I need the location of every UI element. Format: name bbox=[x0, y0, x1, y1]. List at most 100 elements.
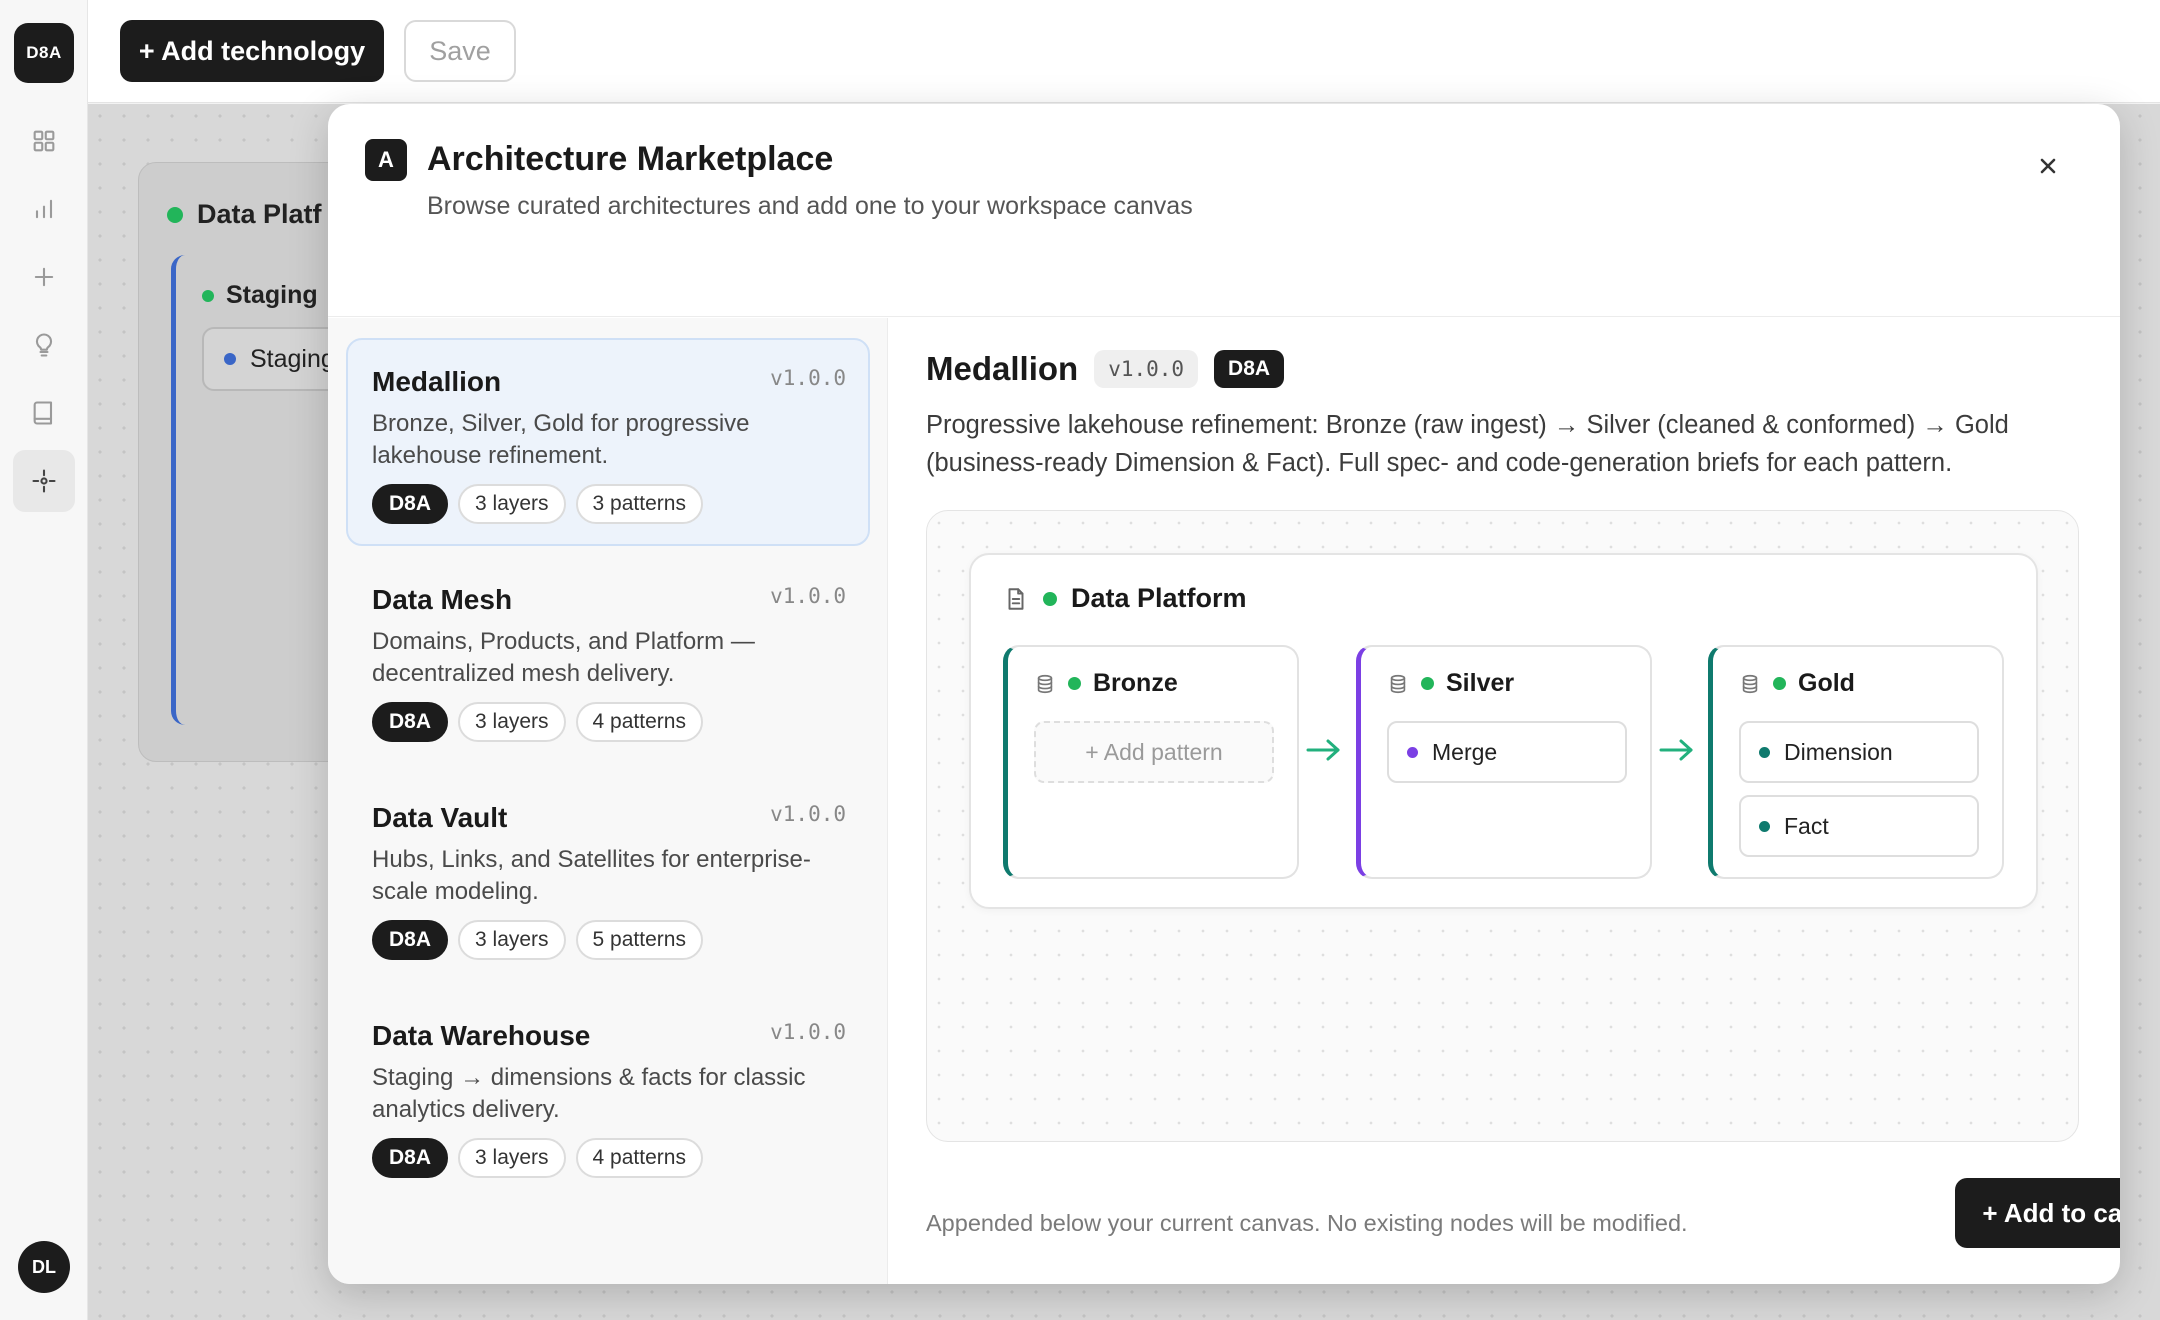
arrow-right-icon bbox=[1304, 735, 1344, 765]
architecture-name: Data Mesh bbox=[372, 584, 513, 615]
architecture-name: Medallion bbox=[372, 366, 502, 397]
layer-title: Silver bbox=[1387, 669, 1514, 698]
arrow-right-icon bbox=[1657, 735, 1697, 765]
pattern-fact[interactable]: Fact bbox=[1739, 795, 1979, 857]
patterns-tag: 4 patterns bbox=[575, 1138, 703, 1178]
patterns-tag: 5 patterns bbox=[575, 920, 703, 960]
architecture-icon[interactable] bbox=[13, 450, 75, 512]
layers-tag: 3 layers bbox=[458, 1138, 566, 1178]
detail-description: Progressive lakehouse refinement: Bronze… bbox=[926, 411, 2009, 477]
architecture-version: v1.0.0 bbox=[770, 1020, 846, 1044]
modal-header: A Architecture Marketplace Browse curate… bbox=[328, 104, 2120, 317]
dashboard-grid-icon[interactable] bbox=[13, 110, 75, 172]
layers-tag: 3 layers bbox=[458, 702, 566, 742]
patterns-tag: 4 patterns bbox=[575, 702, 703, 742]
user-avatar[interactable]: DL bbox=[18, 1241, 70, 1293]
modal-title: Architecture Marketplace bbox=[427, 140, 834, 178]
layer-title: Gold bbox=[1739, 669, 1855, 698]
pattern-label: Dimension bbox=[1784, 738, 1893, 765]
status-dot-icon bbox=[1043, 591, 1057, 606]
layer-title: Bronze bbox=[1034, 669, 1178, 698]
architecture-description: Bronze, Silver, Gold for progressive lak… bbox=[372, 410, 750, 469]
patterns-tag: 3 patterns bbox=[575, 484, 703, 524]
preview-platform-card: Data Platform Bronze + Add pattern Silve… bbox=[969, 553, 2038, 909]
owner-tag: D8A bbox=[372, 702, 449, 742]
layer-gold: Gold Dimension Fact bbox=[1708, 645, 2004, 879]
canvas-platform-title: Data Platf bbox=[167, 199, 322, 230]
detail-title: Medallion bbox=[926, 350, 1079, 387]
architecture-tags: D8A 3 layers 4 patterns bbox=[372, 1138, 703, 1178]
database-icon bbox=[1037, 674, 1053, 693]
owner-tag: D8A bbox=[372, 484, 449, 524]
layer-silver: Silver Merge bbox=[1356, 645, 1652, 879]
pattern-dot-icon bbox=[1759, 820, 1770, 832]
layer-name: Bronze bbox=[1093, 669, 1178, 697]
architecture-version: v1.0.0 bbox=[770, 366, 846, 390]
layers-tag: 3 layers bbox=[458, 484, 566, 524]
architecture-name: Data Vault bbox=[372, 802, 508, 833]
owner-tag: D8A bbox=[372, 1138, 449, 1178]
status-dot-icon bbox=[224, 353, 236, 365]
architecture-description: Staging → dimensions & facts for classic… bbox=[372, 1064, 806, 1123]
plus-icon[interactable] bbox=[13, 246, 75, 308]
architecture-tags: D8A 3 layers 5 patterns bbox=[372, 920, 703, 960]
detail-header: Medallion v1.0.0 D8A bbox=[926, 350, 1285, 388]
save-button[interactable]: Save bbox=[404, 20, 516, 82]
canvas-platform-label: Data Platf bbox=[197, 199, 322, 229]
layer-bronze: Bronze + Add pattern bbox=[1003, 645, 1299, 879]
status-dot-icon bbox=[202, 289, 214, 302]
preview-platform-title: Data Platform bbox=[1003, 583, 1247, 614]
layers-tag: 3 layers bbox=[458, 920, 566, 960]
architecture-detail: Medallion v1.0.0 D8A Progressive lakehou… bbox=[889, 318, 2120, 1284]
lightbulb-icon[interactable] bbox=[13, 314, 75, 376]
book-icon[interactable] bbox=[13, 382, 75, 444]
owner-chip: D8A bbox=[1214, 350, 1285, 388]
layer-name: Silver bbox=[1446, 669, 1515, 697]
architecture-item-data-vault[interactable]: Data Vault v1.0.0 Hubs, Links, and Satel… bbox=[346, 774, 870, 982]
layer-name: Gold bbox=[1798, 669, 1855, 697]
add-technology-button[interactable]: + Add technology bbox=[120, 20, 384, 82]
owner-tag: D8A bbox=[372, 920, 449, 960]
canvas-stage-label: Staging bbox=[226, 281, 318, 309]
architecture-version: v1.0.0 bbox=[770, 802, 846, 826]
append-note: Appended below your current canvas. No e… bbox=[926, 1210, 1688, 1236]
architecture-item-data-mesh[interactable]: Data Mesh v1.0.0 Domains, Products, and … bbox=[346, 556, 870, 764]
status-dot-icon bbox=[167, 206, 183, 223]
top-toolbar: + Add technology Save bbox=[88, 0, 2160, 103]
canvas-stage-title: Staging bbox=[202, 281, 318, 310]
add-pattern-button[interactable]: + Add pattern bbox=[1034, 721, 1274, 783]
architecture-tags: D8A 3 layers 3 patterns bbox=[372, 484, 703, 524]
database-icon bbox=[1390, 674, 1406, 693]
architecture-version: v1.0.0 bbox=[770, 584, 846, 608]
pattern-dot-icon bbox=[1407, 746, 1418, 758]
status-dot-icon bbox=[1068, 677, 1081, 690]
left-rail: D8A DL bbox=[0, 0, 88, 1320]
architecture-description: Hubs, Links, and Satellites for enterpri… bbox=[372, 846, 811, 905]
version-chip: v1.0.0 bbox=[1094, 350, 1199, 388]
architecture-description: Domains, Products, and Platform — decent… bbox=[372, 628, 755, 687]
pattern-label: Merge bbox=[1432, 738, 1498, 765]
add-to-canvas-button[interactable]: + Add to canvas bbox=[1955, 1178, 2120, 1248]
modal-subtitle: Browse curated architectures and add one… bbox=[427, 192, 1193, 220]
close-icon[interactable] bbox=[2030, 148, 2066, 184]
database-icon bbox=[1742, 674, 1758, 693]
architecture-item-medallion[interactable]: Medallion v1.0.0 Bronze, Silver, Gold fo… bbox=[346, 338, 870, 546]
architecture-name: Data Warehouse bbox=[372, 1020, 591, 1051]
status-dot-icon bbox=[1773, 677, 1786, 690]
pattern-dot-icon bbox=[1759, 746, 1770, 758]
architecture-list: Medallion v1.0.0 Bronze, Silver, Gold fo… bbox=[328, 318, 888, 1284]
pattern-label: Fact bbox=[1784, 812, 1829, 839]
architecture-tags: D8A 3 layers 4 patterns bbox=[372, 702, 703, 742]
architecture-item-data-warehouse[interactable]: Data Warehouse v1.0.0 Staging → dimensio… bbox=[346, 992, 870, 1200]
bar-chart-icon[interactable] bbox=[13, 178, 75, 240]
app-logo[interactable]: D8A bbox=[14, 23, 74, 83]
architecture-preview: Data Platform Bronze + Add pattern Silve… bbox=[926, 510, 2079, 1142]
canvas-stage-pattern-label: Staging bbox=[250, 344, 335, 373]
pattern-merge[interactable]: Merge bbox=[1387, 721, 1627, 783]
modal-badge: A bbox=[365, 139, 407, 181]
document-icon bbox=[1008, 587, 1024, 610]
status-dot-icon bbox=[1421, 677, 1434, 690]
architecture-marketplace-modal: A Architecture Marketplace Browse curate… bbox=[328, 104, 2120, 1284]
preview-platform-label: Data Platform bbox=[1071, 583, 1247, 613]
pattern-dimension[interactable]: Dimension bbox=[1739, 721, 1979, 783]
